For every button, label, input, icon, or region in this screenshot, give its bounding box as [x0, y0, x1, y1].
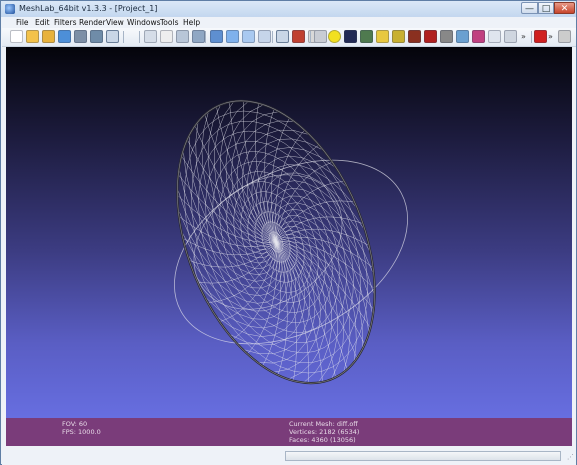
toolbar-separator — [310, 31, 311, 43]
menu-render[interactable]: Render — [79, 17, 106, 28]
toolbar-overflow-button[interactable]: » — [548, 31, 553, 43]
fov-readout: FOV: 60 — [62, 420, 88, 428]
menu-filters[interactable]: Filters — [54, 17, 76, 28]
select-connected-icon[interactable] — [456, 30, 469, 43]
points-icon[interactable] — [160, 30, 173, 43]
window-title: MeshLab_64bit v1.3.3 - [Project_1] — [19, 4, 158, 13]
menu-bar: File Edit Filters Render View Windows To… — [2, 17, 576, 28]
pickpoints-icon[interactable] — [488, 30, 501, 43]
close-button[interactable]: ✕ — [554, 2, 575, 14]
info-icon[interactable] — [344, 30, 357, 43]
menu-edit[interactable]: Edit — [35, 17, 50, 28]
light-on-off-icon[interactable] — [276, 30, 289, 43]
menu-file[interactable]: File — [16, 17, 29, 28]
title-bar[interactable]: MeshLab_64bit v1.3.3 - [Project_1] — □ ✕ — [1, 1, 576, 17]
layer-dialog-icon[interactable] — [106, 30, 119, 43]
toolbar-separator — [123, 31, 124, 43]
vertices-readout: Vertices: 2182 (6534) — [289, 428, 360, 436]
toolbar-separator — [272, 31, 273, 43]
paint-selection-icon[interactable] — [360, 30, 373, 43]
select-vertices-icon[interactable] — [424, 30, 437, 43]
toolbar-separator — [205, 31, 206, 43]
wireframe-icon[interactable] — [176, 30, 189, 43]
delete-selection-icon[interactable] — [534, 30, 547, 43]
menu-help[interactable]: Help — [183, 17, 200, 28]
toolbar-overflow-button[interactable]: » — [521, 31, 526, 43]
3d-viewport[interactable] — [6, 47, 572, 418]
menu-windows[interactable]: Windows — [127, 17, 160, 28]
smooth-icon[interactable] — [242, 30, 255, 43]
new-project-icon[interactable] — [10, 30, 23, 43]
hidden-lines-icon[interactable] — [192, 30, 205, 43]
manipulator-icon[interactable] — [504, 30, 517, 43]
flat-lines-icon[interactable] — [210, 30, 223, 43]
trackball-icon[interactable] — [314, 30, 327, 43]
texture-icon[interactable] — [258, 30, 271, 43]
info-overlay: FOV: 60 FPS: 1000.0 Current Mesh: diff.o… — [6, 418, 572, 446]
mesh-wireframe — [174, 99, 408, 385]
open-mesh-icon[interactable] — [42, 30, 55, 43]
search-icon[interactable] — [558, 30, 571, 43]
export-mesh-icon[interactable] — [74, 30, 87, 43]
main-toolbar: »» — [2, 28, 576, 47]
bounding-box-icon[interactable] — [144, 30, 157, 43]
reload-icon[interactable] — [58, 30, 71, 43]
raster-align-icon[interactable] — [472, 30, 485, 43]
open-project-icon[interactable] — [26, 30, 39, 43]
resize-grip-icon[interactable]: ⋰ — [567, 453, 574, 461]
mesh-grid — [177, 100, 375, 384]
menu-view[interactable]: View — [106, 17, 124, 28]
current-mesh-readout: Current Mesh: diff.off — [289, 420, 358, 428]
select-faces-icon[interactable] — [440, 30, 453, 43]
maximize-button[interactable]: □ — [538, 2, 554, 14]
double-side-lighting-icon[interactable] — [292, 30, 305, 43]
faces-readout: Faces: 4360 (13056) — [289, 436, 356, 444]
status-bar: ⋰ — [2, 447, 576, 465]
toolbar-separator — [531, 31, 532, 43]
toolbar-separator — [139, 31, 140, 43]
snapshot-icon[interactable] — [90, 30, 103, 43]
minimize-button[interactable]: — — [521, 2, 538, 14]
z-painting-icon[interactable] — [408, 30, 421, 43]
menu-tools[interactable]: Tools — [160, 17, 178, 28]
align-icon[interactable] — [392, 30, 405, 43]
meshlab-window: MeshLab_64bit v1.3.3 - [Project_1] — □ ✕… — [0, 0, 577, 465]
annotation-icon[interactable] — [328, 30, 341, 43]
fps-readout: FPS: 1000.0 — [62, 428, 101, 436]
meshlab-app-icon — [5, 4, 15, 14]
measure-tool-icon[interactable] — [376, 30, 389, 43]
progress-bar — [285, 451, 561, 461]
flat-icon[interactable] — [226, 30, 239, 43]
